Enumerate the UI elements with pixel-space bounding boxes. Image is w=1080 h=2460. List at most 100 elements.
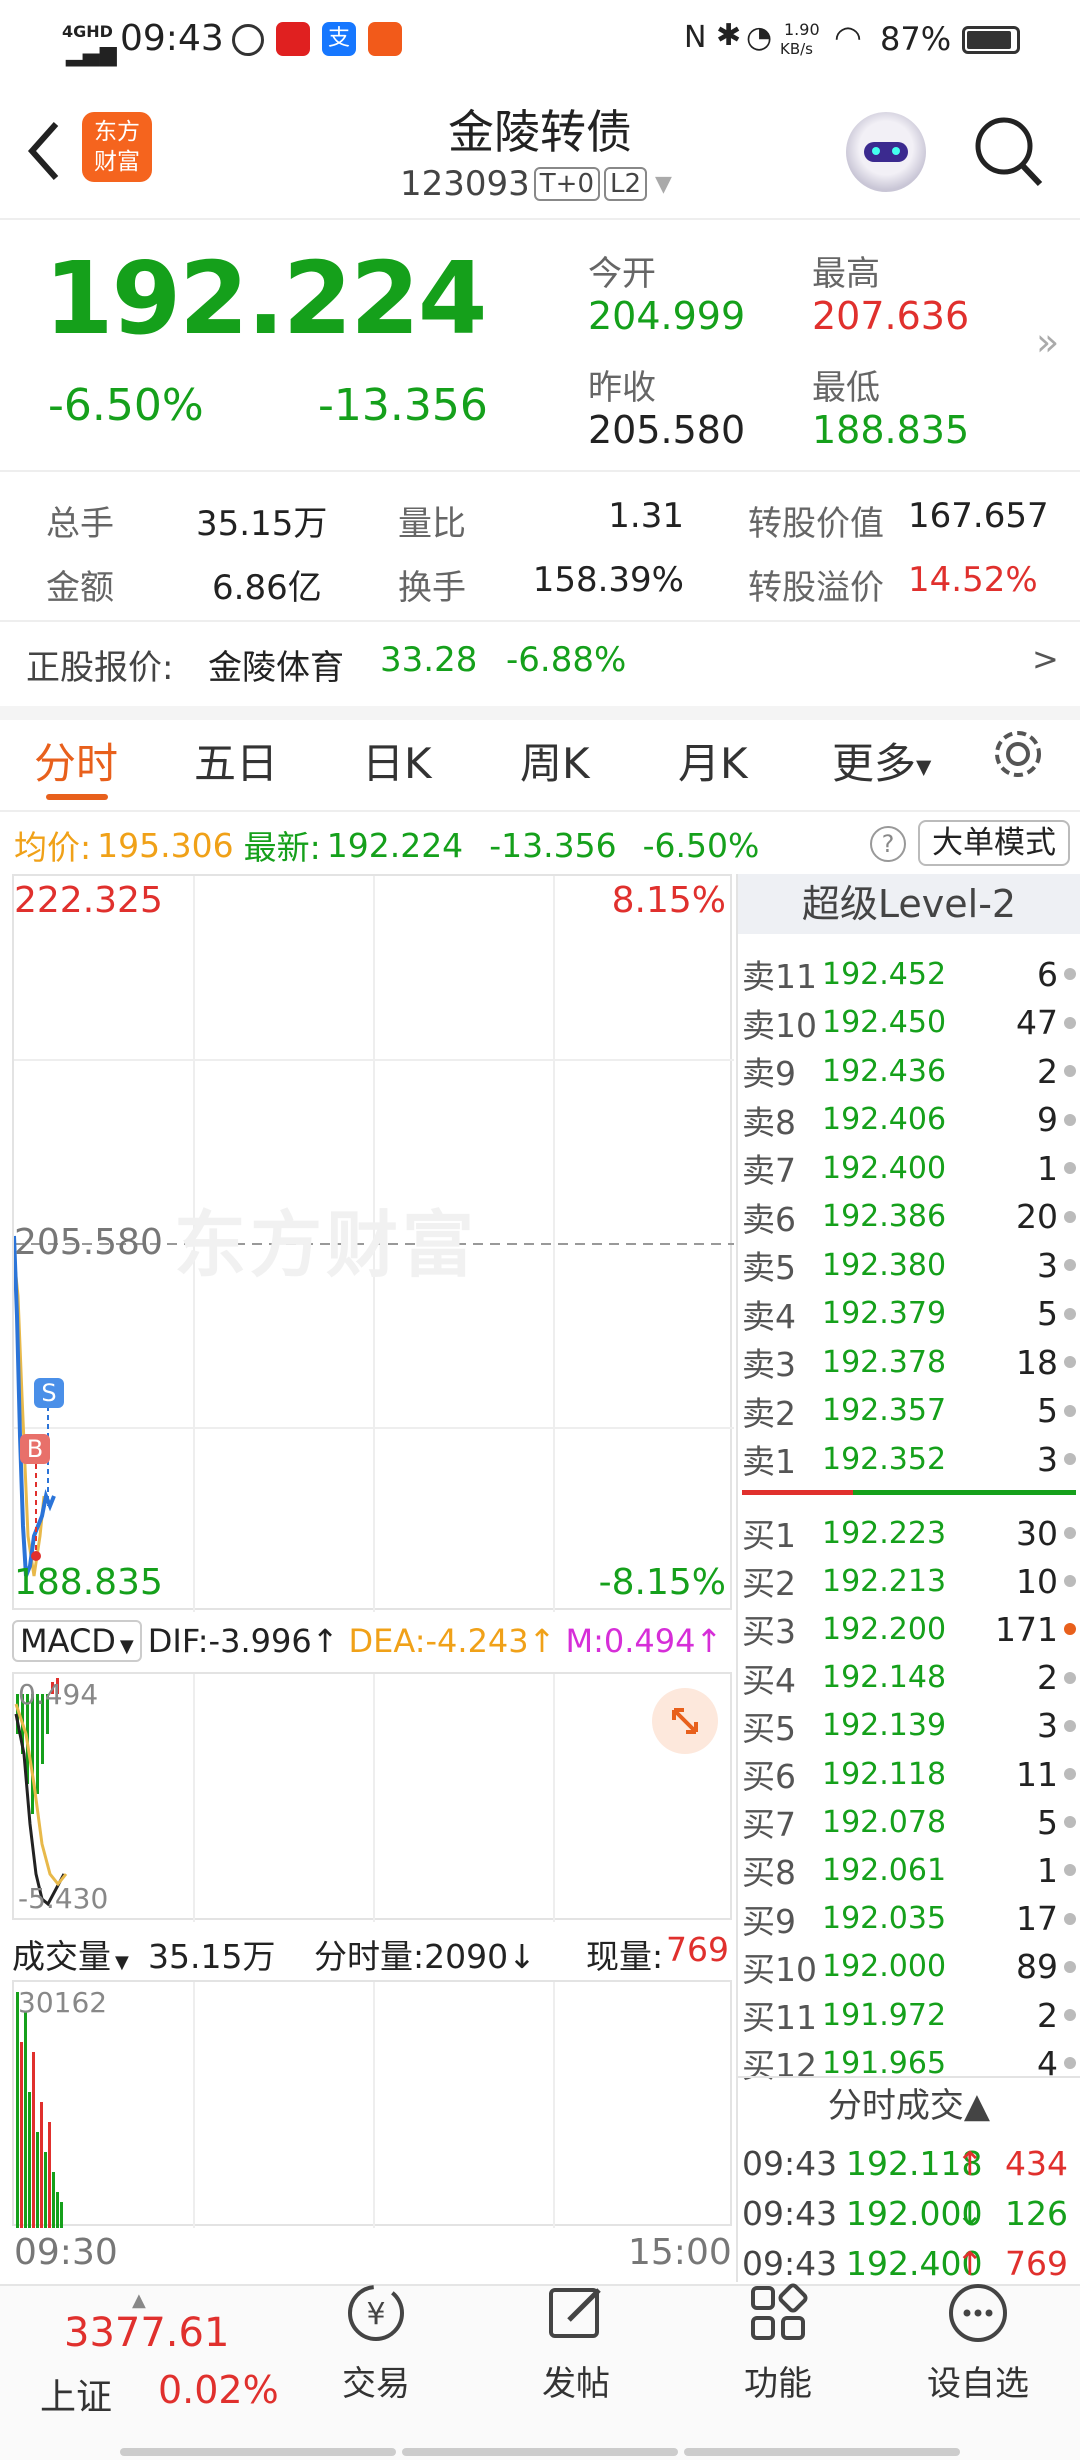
order-dot-icon — [1064, 1404, 1076, 1417]
nav-functions[interactable]: 功能 — [698, 2280, 858, 2405]
ask-price: 192.400 — [822, 1150, 947, 1186]
underlying-stock-row[interactable]: 正股报价: 金陵体育 33.28 -6.88% > — [0, 622, 1080, 706]
app-logo[interactable]: 东方 财富 — [82, 112, 152, 182]
chart-min-pct: -8.15% — [598, 1562, 726, 1603]
ask-row[interactable]: 卖2 192.357 5 — [742, 1387, 1080, 1435]
ask-row[interactable]: 卖3 192.378 18 — [742, 1338, 1080, 1386]
bid-row[interactable]: 买5 192.139 3 — [742, 1702, 1080, 1750]
sell-marker[interactable]: S — [34, 1378, 64, 1408]
high-label: 最高 — [812, 254, 880, 294]
logo-line-2: 财富 — [94, 149, 140, 175]
macd-chart[interactable]: 0.494 -5.430 — [12, 1672, 732, 1922]
ask-quantity: 5 — [1037, 1294, 1058, 1333]
bid-price: 192.200 — [822, 1611, 947, 1647]
search-button[interactable] — [970, 110, 1050, 190]
latest-change: -13.356 — [489, 825, 617, 865]
ask-quantity: 20 — [1016, 1197, 1058, 1236]
wifi-icon: ◠ — [834, 18, 862, 56]
latest-value: 192.224 — [326, 825, 464, 865]
back-button[interactable] — [20, 116, 70, 186]
bid-row[interactable]: 买9 192.035 17 — [742, 1895, 1080, 1943]
ask-price: 192.380 — [822, 1247, 947, 1283]
nav-post[interactable]: 发帖 — [496, 2280, 656, 2405]
robot-assistant-icon[interactable] — [846, 112, 926, 192]
security-code-row[interactable]: 123093 T+0 L2 ▼ — [400, 164, 672, 204]
index-ticker[interactable]: 3377.61 上证 0.02% — [40, 2310, 280, 2420]
expand-chart-button[interactable] — [652, 1688, 718, 1754]
underlying-change: -6.88% — [506, 640, 627, 680]
bid-quantity: 2 — [1037, 1658, 1058, 1698]
chart-settings-button[interactable] — [990, 726, 1046, 782]
ask-price: 192.450 — [822, 1005, 947, 1040]
tab-intraday[interactable]: 分时 — [34, 730, 118, 791]
ask-row[interactable]: 卖11 192.452 6 — [742, 950, 1080, 998]
ask-row[interactable]: 卖10 192.450 47 — [742, 999, 1080, 1047]
bid-row[interactable]: 买4 192.148 2 — [742, 1654, 1080, 1702]
ask-price: 192.379 — [822, 1296, 947, 1331]
trade-time: 09:43 — [742, 2143, 838, 2183]
trade-direction-icon: ↓ — [956, 2193, 984, 2233]
alarm-icon: ◔ — [746, 20, 773, 55]
tab-more[interactable]: 更多▼ — [832, 730, 931, 791]
search-icon — [975, 117, 1043, 187]
bid-row[interactable]: 买2 192.213 10 — [742, 1557, 1080, 1605]
bid-row[interactable]: 买6 192.118 11 — [742, 1750, 1080, 1798]
index-name: 上证 — [40, 2377, 113, 2418]
latest-pct: -6.50% — [642, 825, 760, 865]
underlying-price: 33.28 — [380, 640, 478, 680]
volume-chart[interactable]: 30162 — [12, 1980, 732, 2228]
gear-icon — [995, 731, 1041, 777]
orderbook-title[interactable]: 超级Level-2 — [738, 874, 1080, 934]
intraday-chart[interactable]: 东方财富 222.325 8.15% 205.580 188.835 -8.15… — [12, 874, 734, 1612]
bid-row[interactable]: 买11 191.972 2 — [742, 1991, 1080, 2039]
nav-trade[interactable]: ¥ 交易 — [296, 2280, 456, 2405]
ask-row[interactable]: 卖1 192.352 3 — [742, 1435, 1080, 1483]
expand-quote-icon[interactable]: » — [1036, 320, 1059, 364]
macd-selector[interactable]: MACD ▼ — [12, 1620, 142, 1662]
tab-more-caret-icon: ▼ — [916, 754, 932, 779]
trade-quantity: 434 — [1005, 2143, 1068, 2183]
tab-monthly-k[interactable]: 月K — [678, 730, 748, 791]
trade-quantity: 126 — [1005, 2193, 1068, 2233]
app-red-icon — [276, 22, 310, 56]
order-dot-icon — [1064, 2009, 1076, 2021]
trades-title[interactable]: 分时成交▲ — [738, 2078, 1080, 2134]
help-button[interactable]: ? — [870, 826, 906, 862]
svg-text:¥: ¥ — [366, 2297, 385, 2332]
bid-row[interactable]: 买3 192.200 171 — [742, 1605, 1080, 1653]
bid-price: 192.139 — [822, 1708, 947, 1744]
big-order-mode-button[interactable]: 大单模式 — [918, 820, 1070, 866]
ask-row[interactable]: 卖6 192.386 20 — [742, 1193, 1080, 1241]
tab-daily-k[interactable]: 日K — [362, 730, 432, 791]
ask-row[interactable]: 卖5 192.380 3 — [742, 1241, 1080, 1289]
nav-watchlist[interactable]: 设自选 — [898, 2280, 1058, 2405]
volume-selector[interactable]: 成交量 ▼ — [12, 1930, 129, 1978]
bid-row[interactable]: 买8 192.061 1 — [742, 1846, 1080, 1894]
tab-five-day[interactable]: 五日 — [194, 730, 278, 791]
conversion-value-label: 转股价值 — [748, 504, 884, 544]
order-dot-icon — [1064, 1527, 1076, 1539]
underlying-arrow-icon: > — [1032, 640, 1059, 678]
tab-weekly-k[interactable]: 周K — [520, 730, 590, 791]
ask-row[interactable]: 卖8 192.406 9 — [742, 1096, 1080, 1144]
alipay-icon: 支 — [322, 22, 356, 56]
trade-price: 192.000 — [846, 2193, 983, 2233]
bid-level-label: 买4 — [742, 1660, 796, 1700]
buy-marker[interactable]: B — [20, 1434, 50, 1464]
bid-price: 192.223 — [822, 1515, 947, 1551]
order-dot-icon — [1064, 1113, 1076, 1126]
ask-quantity: 47 — [1016, 1003, 1058, 1042]
ask-level-label: 卖10 — [742, 1005, 817, 1045]
ask-quantity: 18 — [1016, 1342, 1058, 1382]
order-dot-icon — [1064, 1623, 1076, 1636]
ask-row[interactable]: 卖4 192.379 5 — [742, 1290, 1080, 1338]
ask-row[interactable]: 卖7 192.400 1 — [742, 1144, 1080, 1192]
bid-row[interactable]: 买7 192.078 5 — [742, 1798, 1080, 1846]
battery-icon — [962, 26, 1020, 54]
bid-row[interactable]: 买1 192.223 30 — [742, 1509, 1080, 1557]
yen-exchange-icon: ¥ — [343, 2280, 409, 2346]
bid-row[interactable]: 买10 192.000 89 — [742, 1943, 1080, 1991]
macd-header: MACD ▼ DIF:-3.996↑ DEA:-4.243↑ M:0.494↑ — [12, 1614, 722, 1668]
underlying-name: 金陵体育 — [208, 648, 344, 688]
ask-row[interactable]: 卖9 192.436 2 — [742, 1047, 1080, 1095]
